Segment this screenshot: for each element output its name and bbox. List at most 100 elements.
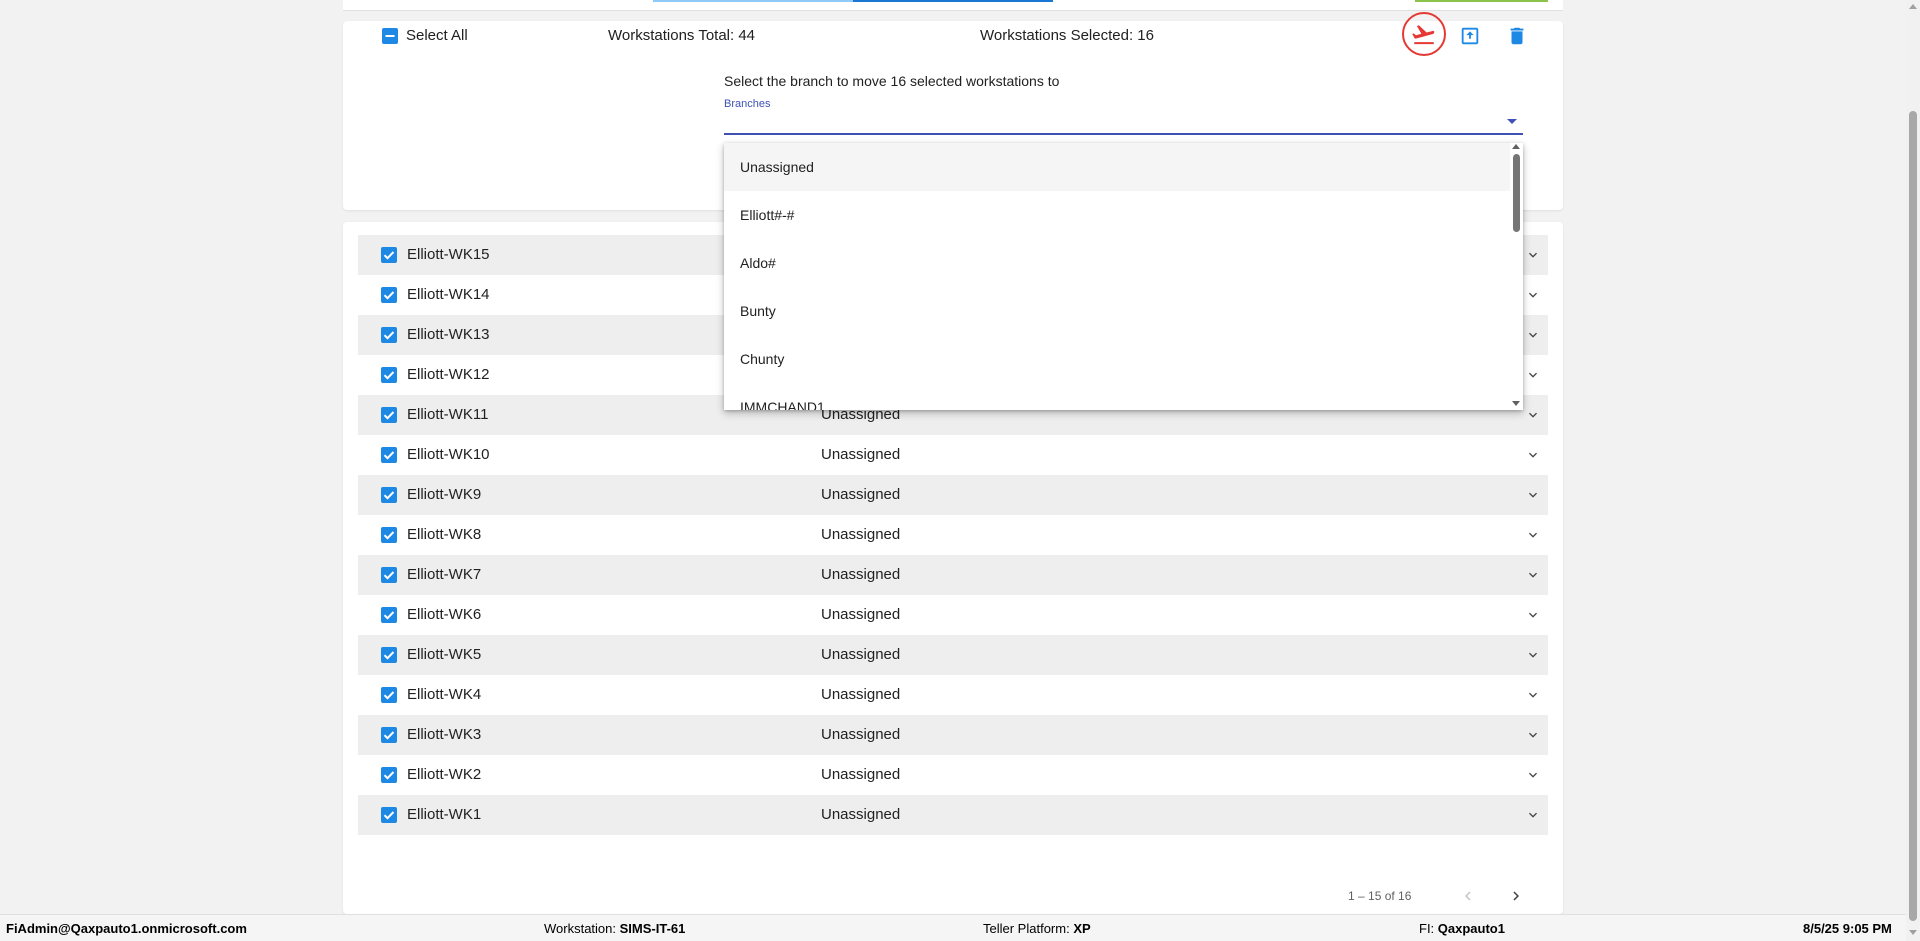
row-checkbox[interactable] — [381, 727, 397, 743]
branches-field-label: Branches — [724, 98, 771, 110]
scroll-down-arrow-icon[interactable] — [1512, 401, 1520, 406]
chevron-right-icon[interactable] — [1507, 887, 1525, 905]
trash-icon — [1510, 27, 1524, 45]
chevron-down-icon[interactable] — [1525, 767, 1541, 783]
branch-option[interactable]: Unassigned — [724, 143, 1510, 191]
workstation-row[interactable]: Elliott-WK5 Unassigned — [358, 635, 1548, 675]
page-scrollbar-thumb[interactable] — [1909, 111, 1917, 921]
workstation-branch: Unassigned — [821, 526, 901, 543]
scroll-up-arrow-icon[interactable] — [1512, 144, 1520, 149]
chevron-down-icon[interactable] — [1525, 447, 1541, 463]
chevron-down-icon[interactable] — [1525, 727, 1541, 743]
delete-button[interactable] — [1505, 24, 1529, 48]
workstation-row[interactable]: Elliott-WK10 Unassigned — [358, 435, 1548, 475]
row-checkbox[interactable] — [381, 767, 397, 783]
workstation-branch: Unassigned — [821, 686, 901, 703]
top-tab-indicator-inactive — [653, 0, 853, 2]
row-checkbox[interactable] — [381, 807, 397, 823]
row-checkbox[interactable] — [381, 687, 397, 703]
move-workstations-button[interactable] — [1402, 12, 1446, 56]
workstation-row[interactable]: Elliott-WK6 Unassigned — [358, 595, 1548, 635]
status-footer: FiAdmin@Qaxpauto1.onmicrosoft.com Workst… — [0, 914, 1906, 941]
branch-option[interactable]: IMMCHAND1 — [724, 383, 1510, 410]
checkmark-icon — [383, 411, 395, 420]
workstation-branch: Unassigned — [821, 806, 901, 823]
checkmark-icon — [383, 731, 395, 740]
checkmark-icon — [383, 331, 395, 340]
row-checkbox[interactable] — [381, 407, 397, 423]
chevron-left-icon[interactable] — [1459, 887, 1477, 905]
chevron-down-icon[interactable] — [1525, 407, 1541, 423]
workstation-name: Elliott-WK12 — [407, 366, 490, 383]
page-scroll-down-icon[interactable] — [1909, 930, 1917, 935]
top-action-button-edge[interactable] — [1415, 0, 1548, 2]
row-checkbox[interactable] — [381, 527, 397, 543]
checkmark-icon — [383, 371, 395, 380]
workstation-branch: Unassigned — [821, 446, 901, 463]
row-checkbox[interactable] — [381, 367, 397, 383]
workstation-branch: Unassigned — [821, 486, 901, 503]
row-checkbox[interactable] — [381, 487, 397, 503]
workstation-row[interactable]: Elliott-WK1 Unassigned — [358, 795, 1548, 835]
footer-teller-platform: Teller Platform: XP — [983, 921, 1091, 936]
airplane-departure-icon — [1412, 25, 1435, 45]
checkmark-icon — [383, 491, 395, 500]
row-checkbox[interactable] — [381, 607, 397, 623]
workstation-name: Elliott-WK7 — [407, 566, 482, 583]
chevron-down-icon[interactable] — [1525, 247, 1541, 263]
footer-datetime: 8/5/25 9:05 PM — [1803, 921, 1892, 936]
branches-dropdown-panel: Unassigned Elliott#-# Aldo# Bunty Chunty IMMC… — [724, 143, 1523, 410]
workstation-row[interactable]: Elliott-WK8 Unassigned — [358, 515, 1548, 555]
workstation-row[interactable]: Elliott-WK2 Unassigned — [358, 755, 1548, 795]
workstation-name: Elliott-WK2 — [407, 766, 482, 783]
page-scroll-up-icon[interactable] — [1909, 4, 1917, 9]
chevron-down-icon[interactable] — [1525, 487, 1541, 503]
workstations-selected: Workstations Selected: 16 — [980, 27, 1154, 44]
chevron-down-icon[interactable] — [1525, 367, 1541, 383]
workstation-name: Elliott-WK11 — [407, 406, 489, 423]
dropdown-scrollbar[interactable] — [1510, 143, 1523, 410]
chevron-down-icon[interactable] — [1525, 607, 1541, 623]
chevron-down-icon[interactable] — [1525, 807, 1541, 823]
row-checkbox[interactable] — [381, 247, 397, 263]
chevron-down-icon[interactable] — [1525, 327, 1541, 343]
row-checkbox[interactable] — [381, 567, 397, 583]
workstation-row[interactable]: Elliott-WK4 Unassigned — [358, 675, 1548, 715]
checkmark-icon — [383, 291, 395, 300]
workstation-name: Elliott-WK1 — [407, 806, 482, 823]
row-checkbox[interactable] — [381, 327, 397, 343]
workstation-row[interactable]: Elliott-WK3 Unassigned — [358, 715, 1548, 755]
select-all-checkbox[interactable] — [382, 28, 398, 44]
workstation-row[interactable]: Elliott-WK9 Unassigned — [358, 475, 1548, 515]
footer-user: FiAdmin@Qaxpauto1.onmicrosoft.com — [6, 921, 247, 936]
row-checkbox[interactable] — [381, 447, 397, 463]
checkmark-icon — [383, 531, 395, 540]
branches-select[interactable] — [724, 133, 1523, 135]
row-checkbox[interactable] — [381, 647, 397, 663]
workstations-total: Workstations Total: 44 — [608, 27, 756, 44]
workstation-branch: Unassigned — [821, 566, 901, 583]
chevron-down-icon[interactable] — [1525, 687, 1541, 703]
workstation-name: Elliott-WK5 — [407, 646, 482, 663]
chevron-down-icon[interactable] — [1525, 647, 1541, 663]
row-checkbox[interactable] — [381, 287, 397, 303]
upload-icon — [1461, 27, 1479, 45]
workstation-name: Elliott-WK8 — [407, 526, 482, 543]
workstation-name: Elliott-WK15 — [407, 246, 490, 263]
branch-option[interactable]: Elliott#-# — [724, 191, 1510, 239]
checkmark-icon — [383, 771, 395, 780]
branch-option[interactable]: Chunty — [724, 335, 1510, 383]
pagination-range: 1 – 15 of 16 — [1348, 889, 1412, 903]
export-button[interactable] — [1458, 24, 1482, 48]
branch-option[interactable]: Aldo# — [724, 239, 1510, 287]
workstation-branch: Unassigned — [821, 646, 901, 663]
caret-down-icon[interactable] — [1507, 119, 1517, 124]
branch-option[interactable]: Bunty — [724, 287, 1510, 335]
page-scrollbar[interactable] — [1906, 0, 1920, 941]
footer-fi: FI: Qaxpauto1 — [1419, 921, 1505, 936]
chevron-down-icon[interactable] — [1525, 287, 1541, 303]
chevron-down-icon[interactable] — [1525, 527, 1541, 543]
chevron-down-icon[interactable] — [1525, 567, 1541, 583]
dropdown-scrollbar-thumb[interactable] — [1513, 154, 1520, 232]
workstation-row[interactable]: Elliott-WK7 Unassigned — [358, 555, 1548, 595]
